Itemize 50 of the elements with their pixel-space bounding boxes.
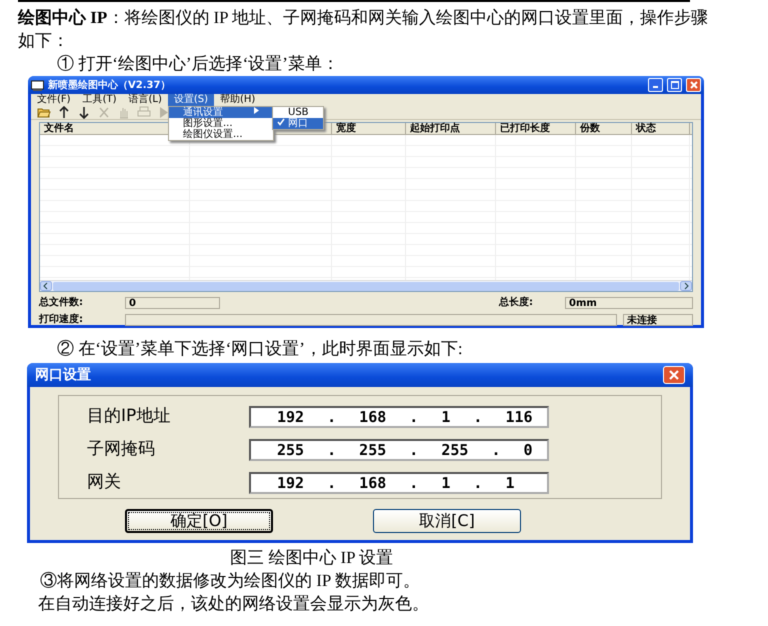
column-header[interactable]: 宽度 <box>332 123 406 134</box>
scroll-right-icon[interactable] <box>680 281 692 291</box>
maximize-button[interactable] <box>667 78 682 92</box>
close-button[interactable] <box>686 78 701 92</box>
ok-button[interactable]: 确定[O] <box>125 509 273 533</box>
window-title: 新喷墨绘图中心（V2.37） <box>48 78 170 92</box>
connection-status: 未连接 <box>623 314 693 326</box>
total-files-field: 0 <box>125 296 220 308</box>
menu-item[interactable]: 工具(T) <box>76 94 122 106</box>
cancel-button[interactable]: 取消[C] <box>373 509 521 533</box>
ip-address-field[interactable]: 255 . 255 . 255 . 0 <box>249 438 549 460</box>
check-icon <box>277 118 285 126</box>
down-arrow-icon[interactable] <box>77 106 91 119</box>
app-icon <box>31 80 44 90</box>
menu-option[interactable]: 通讯设置 <box>169 107 273 118</box>
step-text: ③将网络设置的数据修改为绘图仪的 IP 数据即可。 <box>39 570 420 592</box>
scroll-left-icon[interactable] <box>40 281 52 291</box>
close-button[interactable] <box>663 366 685 384</box>
column-header[interactable]: 已打印长度 <box>496 123 576 134</box>
ip-address-field[interactable]: 192 . 168 . 1 . 1 <box>249 472 549 494</box>
menu-option[interactable]: USB <box>273 107 323 118</box>
maximize-icon <box>670 81 678 89</box>
close-icon <box>669 370 679 380</box>
close-icon <box>690 81 698 89</box>
intro-paragraph: 绘图中心 IP：将绘图仪的 IP 地址、子网掩码和网关输入绘图中心的网口设置里面，操作步骤如下： <box>18 8 708 50</box>
menu-item[interactable]: 文件(F) <box>31 94 77 106</box>
field-label: 目的IP地址 <box>86 404 172 428</box>
dialog-title: 网口设置 <box>35 366 91 384</box>
field-label: 网关 <box>86 470 122 494</box>
menu-option[interactable]: 网口 <box>273 118 323 129</box>
menu-item[interactable]: 帮助(H) <box>214 94 262 106</box>
menu-item[interactable]: 设置(S) <box>168 94 214 106</box>
menu-item[interactable]: 语言(L) <box>122 94 168 106</box>
horizontal-scrollbar[interactable] <box>40 280 692 291</box>
step-text: ① 打开‘绘图中心’后选择‘设置’菜单： <box>56 53 339 75</box>
minimize-button[interactable] <box>648 78 663 92</box>
field-label: 子网掩码 <box>86 438 156 461</box>
ip-address-field[interactable]: 192 . 168 . 1 . 116 <box>249 406 549 428</box>
folder-icon[interactable] <box>37 106 51 119</box>
total-length-field: 0mm <box>565 296 693 308</box>
up-arrow-icon[interactable] <box>57 106 71 119</box>
field-label: 总长度: <box>499 295 534 310</box>
column-header[interactable]: 状态 <box>632 123 690 134</box>
figure-caption: 图三 绘图中心 IP 设置 <box>229 547 394 569</box>
field-label: 总文件数: <box>39 296 84 310</box>
field-label: 打印速度: <box>39 312 84 327</box>
step-text: ② 在‘设置’菜单下选择‘网口设置’，此时界面显示如下: <box>56 338 463 360</box>
column-header[interactable]: 起始打印点 <box>406 123 496 134</box>
column-header[interactable]: 份数 <box>576 123 632 134</box>
note-text: 在自动连接好之后，该处的网络设置会显示为灰色。 <box>37 593 429 615</box>
